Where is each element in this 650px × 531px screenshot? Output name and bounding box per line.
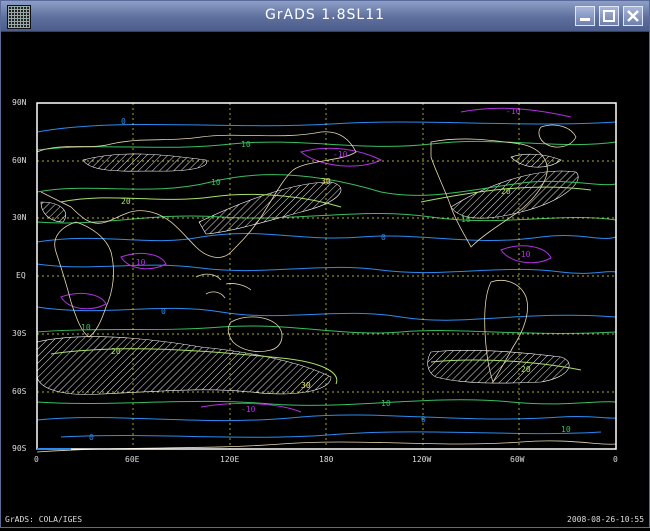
minimize-icon bbox=[580, 18, 590, 21]
lon-label-60w: 60W bbox=[510, 455, 525, 464]
lat-label-90n: 90N bbox=[12, 98, 27, 107]
contour-zero bbox=[36, 233, 617, 243]
contour-ten bbox=[36, 399, 617, 406]
lat-label-eq: EQ bbox=[16, 271, 26, 280]
coastline-antarctica bbox=[36, 440, 617, 453]
contour-label-ten: 10 bbox=[211, 178, 221, 187]
footer-timestamp: 2008-08-26-10:55 bbox=[567, 515, 645, 524]
contour-zero bbox=[36, 263, 617, 274]
footer-credit: GrADS: COLA/IGES bbox=[5, 515, 83, 524]
contour-label-twenty: 20 bbox=[521, 365, 531, 374]
close-icon bbox=[627, 10, 639, 22]
hatch-area bbox=[40, 201, 67, 223]
hatch-area bbox=[82, 153, 208, 172]
contour-label-neg: -10 bbox=[241, 405, 256, 414]
contour-label-twenty: 20 bbox=[121, 197, 131, 206]
contour-label-ten: 10 bbox=[461, 215, 471, 224]
lat-label-30s: 30S bbox=[12, 329, 27, 338]
contour-zero bbox=[36, 414, 617, 422]
lon-label-120w: 120W bbox=[412, 455, 432, 464]
contour-label-ten: 10 bbox=[561, 425, 571, 434]
contour-label-ten: 10 bbox=[241, 140, 251, 149]
contour-label-zero: 0 bbox=[381, 233, 386, 242]
contour-neg bbox=[60, 293, 107, 310]
lon-label-120e: 120E bbox=[220, 455, 240, 464]
hatch-area bbox=[198, 181, 342, 235]
contour-label-zero: 0 bbox=[421, 415, 426, 424]
lat-label-60n: 60N bbox=[12, 156, 27, 165]
hatch-area bbox=[450, 170, 579, 219]
contour-label-twenty: 20 bbox=[501, 187, 511, 196]
lon-label-0: 0 bbox=[34, 455, 39, 464]
lon-label-60e: 60E bbox=[125, 455, 140, 464]
contour-map: -10 -10 -10 -10 -10 0 0 0 0 0 10 10 10 1… bbox=[36, 102, 617, 453]
contour-label-thirty: 30 bbox=[301, 381, 311, 390]
contour-label-ten: 10 bbox=[81, 323, 91, 332]
close-button[interactable] bbox=[623, 6, 643, 26]
hatch-area bbox=[36, 336, 332, 395]
contour-label-ten: 10 bbox=[381, 399, 391, 408]
lat-label-90s: 90S bbox=[12, 444, 27, 453]
lat-label-60s: 60S bbox=[12, 387, 27, 396]
contour-label-twenty: 20 bbox=[111, 347, 121, 356]
contour-label-neg: -10 bbox=[506, 107, 521, 116]
minimize-button[interactable] bbox=[575, 6, 595, 26]
contour-ten bbox=[36, 325, 617, 334]
maximize-icon bbox=[603, 10, 615, 22]
window-title: GrADS 1.8SL11 bbox=[264, 7, 386, 23]
contour-label-neg: -10 bbox=[333, 150, 348, 159]
coastline-indonesia bbox=[195, 273, 252, 299]
plot-canvas: -10 -10 -10 -10 -10 0 0 0 0 0 10 10 10 1… bbox=[1, 32, 649, 527]
lon-label-180: 180 bbox=[319, 455, 334, 464]
lat-label-30n: 30N bbox=[12, 213, 27, 222]
contour-label-neg: -10 bbox=[516, 250, 531, 259]
contour-zero bbox=[36, 306, 617, 321]
title-bar[interactable]: GrADS 1.8SL11 bbox=[1, 1, 649, 32]
grads-window: GrADS 1.8SL11 -10 -10 -10 -10 -10 0 0 0 … bbox=[0, 0, 650, 528]
lon-label-0-right: 0 bbox=[613, 455, 618, 464]
hatch-area bbox=[427, 350, 570, 384]
contour-zero bbox=[60, 431, 602, 438]
contour-label-zero: 0 bbox=[89, 433, 94, 442]
contour-label-zero: 0 bbox=[161, 307, 166, 316]
maximize-button[interactable] bbox=[599, 6, 619, 26]
contour-label-zero: 0 bbox=[121, 117, 126, 126]
